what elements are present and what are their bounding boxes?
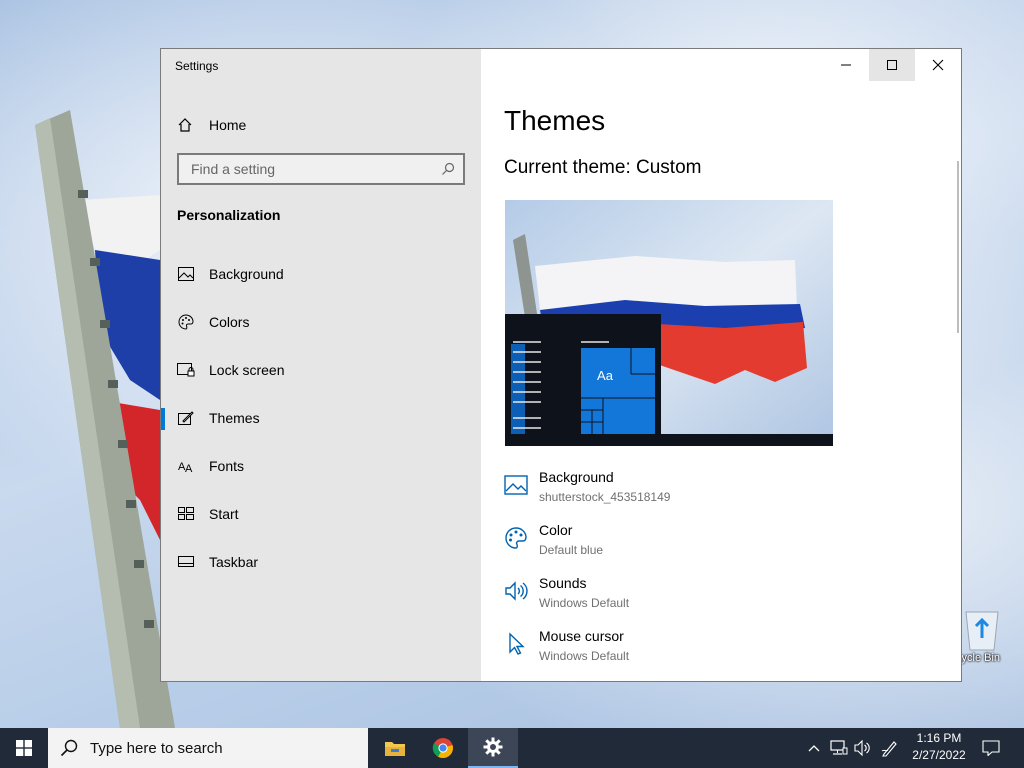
settings-sidebar: Settings Home Personalization Background xyxy=(161,49,481,681)
property-value: Windows Default xyxy=(539,596,630,610)
theme-preview[interactable]: Aa xyxy=(505,200,833,446)
network-status[interactable] xyxy=(828,728,850,768)
fonts-icon: AA xyxy=(177,457,195,475)
minimize-icon xyxy=(841,64,851,66)
taskbar-search-box[interactable]: Type here to search xyxy=(48,728,368,768)
property-value: Default blue xyxy=(539,543,604,557)
property-title: Sounds xyxy=(539,575,587,591)
show-hidden-icons-button[interactable] xyxy=(804,728,824,768)
windows-logo-icon xyxy=(16,740,32,756)
sidebar-item-label: Fonts xyxy=(209,458,245,474)
cursor-icon xyxy=(503,631,529,657)
taskbar-settings[interactable] xyxy=(468,728,518,768)
start-button[interactable] xyxy=(0,728,48,768)
window-title: Settings xyxy=(175,59,219,73)
taskbar-icon xyxy=(177,553,195,571)
property-value: Windows Default xyxy=(539,649,630,663)
property-value: shutterstock_453518149 xyxy=(539,490,671,504)
sidebar-item-label: Taskbar xyxy=(209,554,259,570)
pen-icon xyxy=(881,741,897,757)
speaker-icon xyxy=(503,578,529,604)
nav-home-label: Home xyxy=(209,117,247,133)
chevron-up-icon xyxy=(808,745,820,752)
find-setting-box[interactable] xyxy=(177,153,465,185)
sidebar-item-label: Lock screen xyxy=(209,362,285,378)
preview-sample-text: Aa xyxy=(597,368,614,383)
action-center-button[interactable] xyxy=(976,728,1006,768)
search-icon xyxy=(442,162,455,175)
theme-background-setting[interactable]: Background shutterstock_453518149 xyxy=(503,468,670,504)
themes-page: Themes Current theme: Custom Aa Backgrou… xyxy=(481,49,961,681)
sidebar-item-lock-screen[interactable]: Lock screen xyxy=(161,348,481,392)
taskbar-chrome[interactable] xyxy=(420,728,466,768)
folder-icon xyxy=(385,742,405,756)
search-icon xyxy=(60,739,78,757)
pen-workspace-button[interactable] xyxy=(878,728,902,768)
nav-home[interactable]: Home xyxy=(177,113,467,137)
current-theme-heading: Current theme: Custom xyxy=(504,157,702,178)
sidebar-item-taskbar[interactable]: Taskbar xyxy=(161,540,481,584)
close-button[interactable] xyxy=(915,49,961,81)
theme-mouse-cursor-setting[interactable]: Mouse cursor Windows Default xyxy=(503,627,629,663)
close-icon xyxy=(932,59,944,71)
gear-icon xyxy=(483,737,503,757)
recycle-bin-icon xyxy=(965,611,999,651)
property-title: Mouse cursor xyxy=(539,628,624,644)
sidebar-item-label: Themes xyxy=(209,410,260,426)
maximize-icon xyxy=(887,60,897,70)
theme-preview-image: Aa xyxy=(505,200,833,446)
picture-icon xyxy=(503,472,529,498)
recycle-bin-shortcut[interactable]: cycle Bin xyxy=(956,600,1016,672)
svg-text:A: A xyxy=(185,463,193,473)
sidebar-item-themes[interactable]: Themes xyxy=(161,396,481,440)
content-scrollbar[interactable] xyxy=(957,161,959,333)
network-icon xyxy=(830,740,848,755)
sidebar-item-fonts[interactable]: AA Fonts xyxy=(161,444,481,488)
taskbar: Type here to search 1:16 PM 2/27/2022 xyxy=(0,728,1024,768)
theme-color-setting[interactable]: Color Default blue xyxy=(503,521,603,557)
clock-date: 2/27/2022 xyxy=(912,748,966,762)
maximize-button[interactable] xyxy=(869,49,915,81)
theme-sounds-setting[interactable]: Sounds Windows Default xyxy=(503,574,629,610)
taskbar-search-placeholder: Type here to search xyxy=(90,739,223,757)
brush-icon xyxy=(177,409,195,427)
home-icon xyxy=(178,118,192,132)
property-title: Color xyxy=(539,522,573,538)
minimize-button[interactable] xyxy=(823,49,869,81)
sidebar-item-start[interactable]: Start xyxy=(161,492,481,536)
sidebar-item-background[interactable]: Background xyxy=(161,252,481,296)
taskbar-clock[interactable]: 1:16 PM 2/27/2022 xyxy=(906,730,972,764)
sidebar-item-colors[interactable]: Colors xyxy=(161,300,481,344)
settings-window: Settings Home Personalization Background xyxy=(160,48,962,682)
palette-icon xyxy=(177,313,195,331)
sidebar-item-label: Start xyxy=(209,506,239,522)
lock-screen-icon xyxy=(177,361,195,379)
volume-control[interactable] xyxy=(852,728,874,768)
palette-icon xyxy=(503,525,529,551)
sidebar-item-label: Background xyxy=(209,266,284,282)
picture-icon xyxy=(177,265,195,283)
notification-icon xyxy=(982,740,1000,756)
clock-time: 1:16 PM xyxy=(916,731,962,745)
find-setting-input[interactable] xyxy=(189,160,433,178)
chrome-icon xyxy=(432,738,453,759)
property-title: Background xyxy=(539,469,614,485)
speaker-icon xyxy=(854,740,870,756)
section-title: Personalization xyxy=(177,207,281,223)
start-tiles-icon xyxy=(177,505,195,523)
taskbar-file-explorer[interactable] xyxy=(372,728,418,768)
page-title: Themes xyxy=(504,105,606,136)
sidebar-item-label: Colors xyxy=(209,314,250,330)
recycle-bin-label: cycle Bin xyxy=(956,652,1001,664)
